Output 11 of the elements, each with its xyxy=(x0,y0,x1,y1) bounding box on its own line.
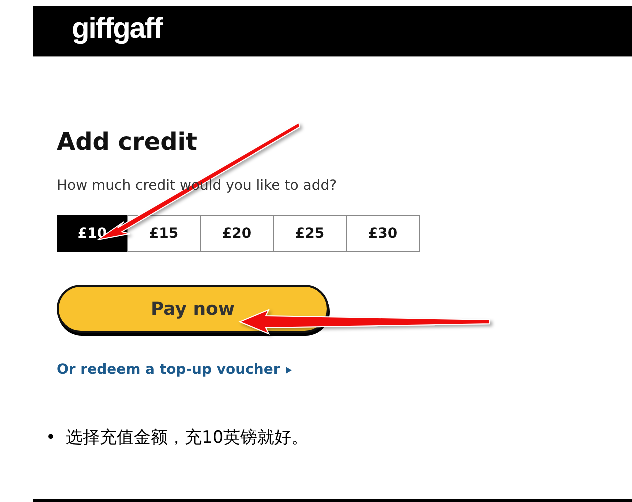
pay-now-button[interactable]: Pay now xyxy=(57,285,329,333)
voucher-link[interactable]: Or redeem a top-up voucher xyxy=(57,362,280,378)
amount-option[interactable]: £30 xyxy=(346,215,420,252)
page-title: Add credit xyxy=(57,127,199,157)
note-text: 选择充值金额，充10英镑就好。 xyxy=(66,427,309,450)
amount-option[interactable]: £15 xyxy=(127,215,201,252)
amount-option[interactable]: £20 xyxy=(200,215,274,252)
logo[interactable]: giffgaff xyxy=(72,14,162,48)
amount-option[interactable]: £25 xyxy=(273,215,347,252)
caret-icon xyxy=(286,366,292,374)
bullet: • xyxy=(46,427,56,450)
